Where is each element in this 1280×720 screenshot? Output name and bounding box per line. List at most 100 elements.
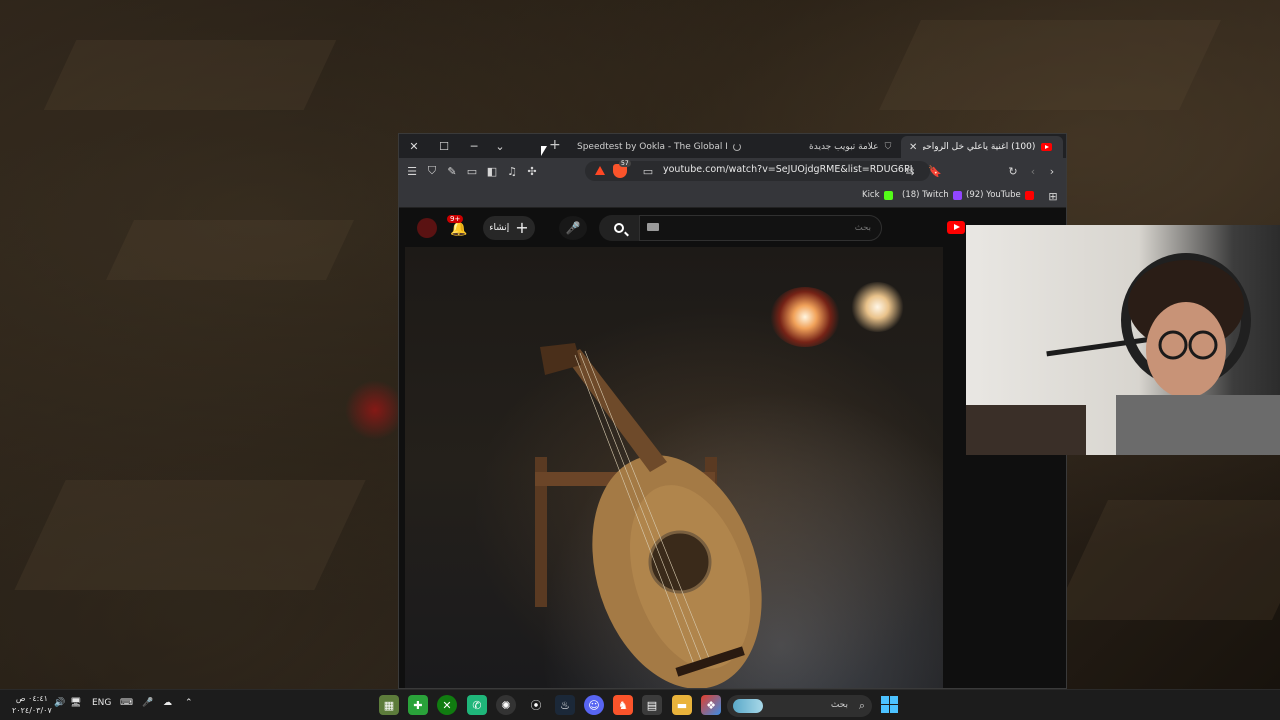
voice-search-mic-icon[interactable]: 🎤 bbox=[559, 216, 587, 240]
avatar[interactable] bbox=[417, 218, 437, 238]
brave-rewards-icon[interactable] bbox=[595, 166, 605, 175]
tab-close-icon[interactable]: ✕ bbox=[909, 142, 917, 153]
xbox-app-icon[interactable]: ✕ bbox=[437, 695, 457, 715]
person-shirt bbox=[1116, 395, 1280, 455]
window-close-button[interactable]: ✕ bbox=[401, 134, 427, 158]
tab-new-tab[interactable]: علامة تبويب جديدة ⛉ bbox=[803, 136, 903, 158]
tab-speedtest[interactable]: Speedtest by Ookla - The Global Bro bbox=[571, 136, 761, 158]
clock-date: ٢٠٢٤/٠٣/٠٧ bbox=[12, 706, 52, 715]
search-icon: ⌕ bbox=[858, 699, 865, 712]
search-highlight-image bbox=[733, 699, 763, 713]
streamer-image bbox=[966, 253, 1280, 455]
title-bar: ✕ ☐ ─ ⌄ + Speedtest by Ookla - The Globa… bbox=[399, 134, 1066, 158]
forward-icon[interactable]: ‹ bbox=[1024, 162, 1042, 180]
sidebar-icon[interactable]: ◧ bbox=[483, 162, 501, 180]
keyboard-layout-icon[interactable]: ⌨ bbox=[120, 698, 133, 708]
desk bbox=[966, 405, 1086, 455]
obs-app-icon[interactable]: ⦿ bbox=[526, 695, 546, 715]
microsoft-365-app-icon[interactable]: ❖ bbox=[701, 695, 721, 715]
kick-favicon-icon bbox=[883, 190, 893, 200]
network-icon[interactable]: 🖥 bbox=[70, 698, 81, 708]
taskbar: ٠٤:٤١ ص ٢٠٢٤/٠٣/٠٧ 🔊 🖥 ENG ⌨ 🎤 ☁ ⌃ ▦ ✚ ✕… bbox=[0, 689, 1280, 720]
youtube-favicon-icon bbox=[1024, 190, 1034, 200]
new-tab-button[interactable]: + bbox=[549, 137, 561, 153]
reload-icon[interactable]: ↻ bbox=[1004, 162, 1022, 180]
tab-list-chevron-icon[interactable]: ⌄ bbox=[487, 134, 513, 158]
pin-icon[interactable]: ✎ bbox=[443, 162, 461, 180]
file-explorer-app-icon[interactable]: ▬ bbox=[672, 695, 692, 715]
background-plank bbox=[43, 40, 337, 110]
background-plank bbox=[14, 480, 366, 590]
media-icon[interactable]: ♫ bbox=[503, 162, 521, 180]
brave-browser-app-icon[interactable]: ♞ bbox=[613, 695, 633, 715]
search-button[interactable] bbox=[599, 215, 639, 241]
notification-badge: 9+ bbox=[447, 215, 464, 223]
youtube-logo-icon[interactable] bbox=[947, 221, 965, 234]
language-indicator[interactable]: ENG bbox=[92, 698, 111, 708]
clock-time: ٠٤:٤١ ص bbox=[15, 694, 48, 703]
chatgpt-app-icon[interactable]: ✺ bbox=[496, 695, 516, 715]
search-input[interactable] bbox=[639, 215, 882, 241]
background-plank bbox=[106, 220, 354, 280]
background-plank bbox=[879, 20, 1221, 110]
shields-count-badge: 57 bbox=[619, 160, 631, 167]
menu-icon[interactable]: ☰ bbox=[403, 162, 421, 180]
bookmark-icon[interactable]: 🔖 bbox=[926, 162, 944, 180]
start-button-windows-icon[interactable] bbox=[881, 696, 898, 713]
background-red-glow bbox=[345, 380, 405, 440]
onedrive-icon[interactable]: ☁ bbox=[163, 698, 172, 708]
tab-youtube-active[interactable]: ✕ (100) اغنية ياعلي خل الرواحي . عبدا bbox=[901, 136, 1063, 158]
oud-neck bbox=[565, 349, 667, 472]
calculator-app-icon[interactable]: ▤ bbox=[642, 695, 662, 715]
tab-title: (100) اغنية ياعلي خل الرواحي . عبدا bbox=[923, 142, 1036, 152]
tab-title: Speedtest by Ookla - The Global Bro bbox=[577, 142, 727, 152]
oud-image bbox=[535, 343, 762, 688]
vpn-shield-icon[interactable]: ⛉ bbox=[423, 162, 441, 180]
keyboard-icon[interactable] bbox=[647, 223, 659, 231]
bookmarks-bar: Kick (18) Twitch (92) YouTube ⊞ bbox=[399, 184, 1066, 208]
background-plank bbox=[1052, 500, 1280, 620]
twitch-favicon-icon bbox=[952, 190, 962, 200]
tab-title: علامة تبويب جديدة bbox=[809, 142, 879, 152]
wallet-icon[interactable]: ▭ bbox=[463, 162, 481, 180]
back-icon[interactable]: › bbox=[1043, 162, 1061, 180]
site-info-icon[interactable]: ▭ bbox=[639, 162, 657, 180]
share-icon[interactable]: ⇆ bbox=[901, 162, 919, 180]
taskbar-search-label: بحث bbox=[830, 700, 848, 710]
address-bar[interactable]: 57 ▭ youtube.com/watch?v=SeJUOjdgRME&lis… bbox=[585, 160, 930, 181]
url-text[interactable]: youtube.com/watch?v=SeJUOjdgRME&list=RDU… bbox=[663, 164, 913, 175]
brave-shield-icon: ⛉ bbox=[884, 142, 892, 152]
create-button[interactable]: إنشاء + bbox=[483, 216, 535, 240]
taskbar-clock[interactable]: ٠٤:٤١ ص ٢٠٢٤/٠٣/٠٧ bbox=[12, 693, 52, 717]
webcam-overlay bbox=[966, 225, 1280, 455]
mouse-cursor bbox=[541, 146, 547, 156]
steam-app-icon[interactable]: ♨ bbox=[555, 695, 575, 715]
window-minimize-button[interactable]: ─ bbox=[461, 134, 487, 158]
extensions-icon[interactable]: ✣ bbox=[523, 162, 541, 180]
bookmark-label: Kick bbox=[862, 190, 880, 200]
create-label: إنشاء bbox=[489, 223, 510, 233]
whatsapp-app-icon[interactable]: ✆ bbox=[467, 695, 487, 715]
browser-toolbar: ☰ ⛉ ✎ ▭ ◧ ♫ ✣ 57 ▭ youtube.com/watch?v=S… bbox=[399, 158, 1066, 184]
oud-rosette bbox=[648, 530, 712, 594]
show-hidden-icons-chevron-icon[interactable]: ⌃ bbox=[185, 698, 193, 708]
minecraft-app-icon[interactable]: ▦ bbox=[379, 695, 399, 715]
apps-grid-icon[interactable]: ⊞ bbox=[1044, 187, 1062, 205]
discord-app-icon[interactable]: ☺ bbox=[584, 695, 604, 715]
search-icon bbox=[614, 223, 624, 233]
notifications-bell-icon[interactable]: 🔔 9+ bbox=[447, 215, 469, 239]
youtube-favicon-icon bbox=[1041, 143, 1053, 151]
plus-icon: + bbox=[515, 218, 529, 237]
bookmark-label: (18) Twitch bbox=[902, 190, 949, 200]
bookmark-kick[interactable]: Kick bbox=[862, 190, 893, 200]
brave-shields-icon[interactable]: 57 bbox=[613, 160, 631, 178]
loading-spinner-icon bbox=[733, 143, 741, 151]
window-maximize-button[interactable]: ☐ bbox=[431, 134, 457, 158]
taskbar-search[interactable]: بحث ⌕ bbox=[727, 695, 872, 717]
bookmark-twitch[interactable]: (18) Twitch bbox=[902, 190, 962, 200]
minecraft-launcher-icon[interactable]: ✚ bbox=[408, 695, 428, 715]
bookmark-youtube[interactable]: (92) YouTube bbox=[966, 190, 1034, 200]
volume-icon[interactable]: 🔊 bbox=[54, 698, 65, 708]
video-player[interactable] bbox=[405, 247, 943, 688]
microphone-icon[interactable]: 🎤 bbox=[142, 698, 153, 708]
